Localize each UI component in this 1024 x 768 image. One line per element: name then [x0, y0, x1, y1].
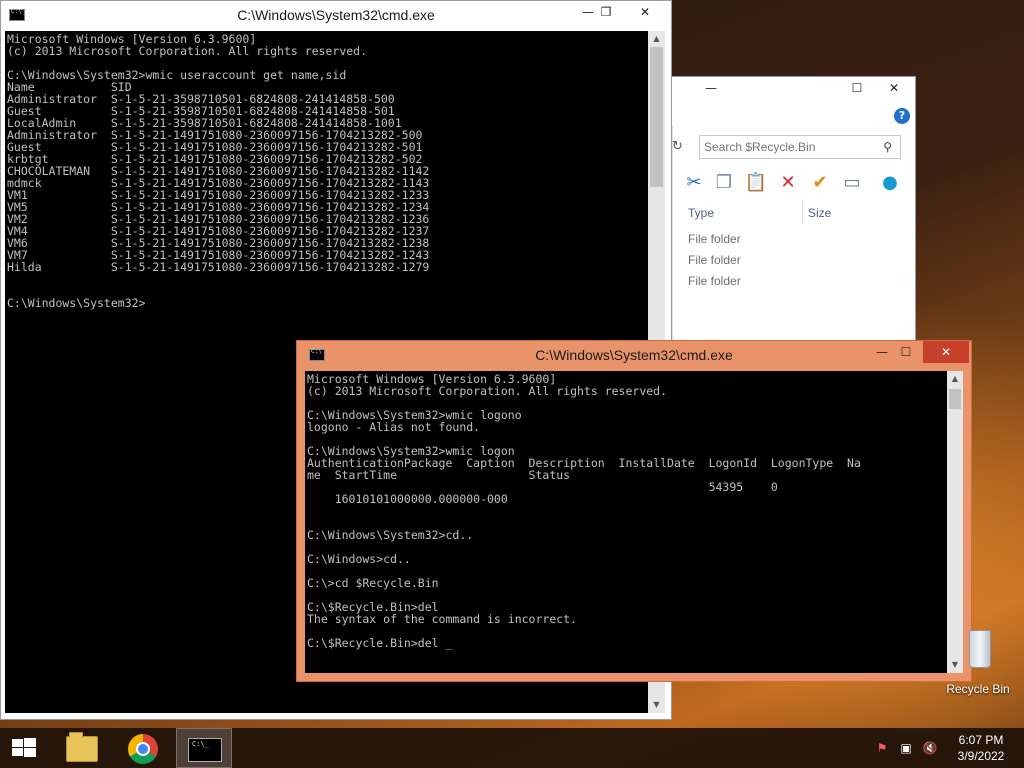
file-row-type[interactable]: File folder — [688, 271, 741, 291]
column-header-type[interactable]: Type — [688, 201, 714, 225]
console-line: logono - Alias not found. — [307, 421, 947, 433]
windows-logo-icon — [12, 738, 36, 758]
file-row-type[interactable]: File folder — [688, 229, 741, 249]
explorer-close-button[interactable]: ✕ — [872, 77, 916, 99]
console-line: The syntax of the command is incorrect. — [307, 613, 947, 625]
console-line: (c) 2013 Microsoft Corporation. All righ… — [307, 385, 947, 397]
column-header-size[interactable]: Size — [808, 201, 831, 225]
navigation-pane-edge — [672, 125, 673, 368]
explorer-minimize-button[interactable]: — — [694, 77, 728, 99]
properties-check-icon[interactable]: ✔ — [808, 171, 832, 195]
copy-icon[interactable]: ❐ — [712, 171, 736, 195]
explorer-maximize-button[interactable]: ☐ — [840, 77, 874, 99]
explorer-toolbar: ✂ ❐ 📋 ✕ ✔ ▭ ● — [680, 169, 916, 197]
maximize-button[interactable]: ☐ — [889, 341, 923, 363]
scroll-thumb[interactable] — [650, 47, 663, 187]
close-button[interactable]: ✕ — [623, 1, 667, 23]
scroll-down-arrow-icon[interactable]: ▼ — [648, 697, 665, 713]
paste-icon[interactable]: 📋 — [744, 171, 768, 195]
action-center-flag-icon[interactable]: ⚑ — [874, 741, 890, 755]
help-icon[interactable]: ? — [894, 108, 910, 124]
folder-icon — [66, 736, 98, 762]
cmd-window-front[interactable]: C:\Windows\System32\cmd.exe — ☐ ✕ Micros… — [296, 340, 972, 682]
rename-icon[interactable]: ▭ — [840, 171, 864, 195]
console-line: 16010101000000.000000-000 — [307, 493, 947, 505]
console-line: C:\Windows\System32>cd.. — [307, 529, 947, 541]
scroll-up-arrow-icon[interactable]: ▲ — [947, 371, 963, 387]
console-line — [7, 273, 648, 285]
console-line: C:\Windows\System32> — [7, 297, 648, 309]
scroll-thumb[interactable] — [949, 389, 961, 409]
shell-icon[interactable]: ● — [878, 171, 902, 195]
maximize-button[interactable]: ❐ — [589, 1, 623, 23]
vertical-scrollbar-front[interactable]: ▲ ▼ — [947, 371, 963, 673]
explorer-window[interactable]: — ☐ ✕ ? ↻ ⚲ ✂ ❐ 📋 ✕ ✔ ▭ ● Type Size File… — [672, 76, 916, 368]
search-box[interactable]: ⚲ — [699, 135, 901, 159]
console-output-front[interactable]: Microsoft Windows [Version 6.3.9600](c) … — [305, 371, 947, 673]
volume-muted-icon[interactable]: 🔇 — [922, 741, 938, 755]
chrome-icon — [128, 734, 158, 764]
taskbar-command-prompt[interactable] — [176, 728, 232, 768]
cut-icon[interactable]: ✂ — [682, 171, 706, 195]
clock-date: 3/9/2022 — [948, 748, 1014, 764]
recycle-bin-shortcut[interactable]: Recycle Bin — [944, 630, 1008, 700]
system-clock[interactable]: 6:07 PM 3/9/2022 — [948, 732, 1014, 764]
file-row-type[interactable]: File folder — [688, 250, 741, 270]
delete-icon[interactable]: ✕ — [776, 171, 800, 195]
console-line: (c) 2013 Microsoft Corporation. All righ… — [7, 45, 648, 57]
command-prompt-icon — [188, 738, 222, 762]
title-bar[interactable]: C:\Windows\System32\cmd.exe — ❐ ✕ — [1, 1, 671, 31]
console-line: C:\$Recycle.Bin>del _ — [307, 637, 947, 649]
network-icon[interactable]: ▣ — [898, 741, 914, 755]
start-button[interactable] — [0, 728, 48, 768]
recycle-bin-label[interactable]: Recycle Bin — [938, 682, 1018, 696]
close-button[interactable]: ✕ — [923, 341, 969, 363]
title-bar-front[interactable]: C:\Windows\System32\cmd.exe — ☐ ✕ — [297, 341, 971, 371]
console-line: C:\>cd $Recycle.Bin — [307, 577, 947, 589]
explorer-title-bar[interactable]: — ☐ ✕ — [672, 77, 915, 101]
scroll-up-arrow-icon[interactable]: ▲ — [648, 31, 665, 47]
search-input[interactable] — [704, 139, 874, 155]
clock-time: 6:07 PM — [948, 732, 1014, 748]
console-line: C:\Windows>cd.. — [307, 553, 947, 565]
recycle-bin-icon[interactable] — [969, 630, 991, 668]
column-separator[interactable] — [802, 201, 803, 223]
taskbar-chrome[interactable] — [114, 728, 170, 768]
console-line: Hilda S-1-5-21-1491751080-2360097156-170… — [7, 261, 648, 273]
refresh-icon[interactable]: ↻ — [672, 139, 683, 154]
search-icon[interactable]: ⚲ — [883, 140, 892, 154]
taskbar-file-explorer[interactable] — [52, 728, 108, 768]
taskbar: ⚑ ▣ 🔇 6:07 PM 3/9/2022 — [0, 728, 1024, 768]
console-line — [307, 505, 947, 517]
